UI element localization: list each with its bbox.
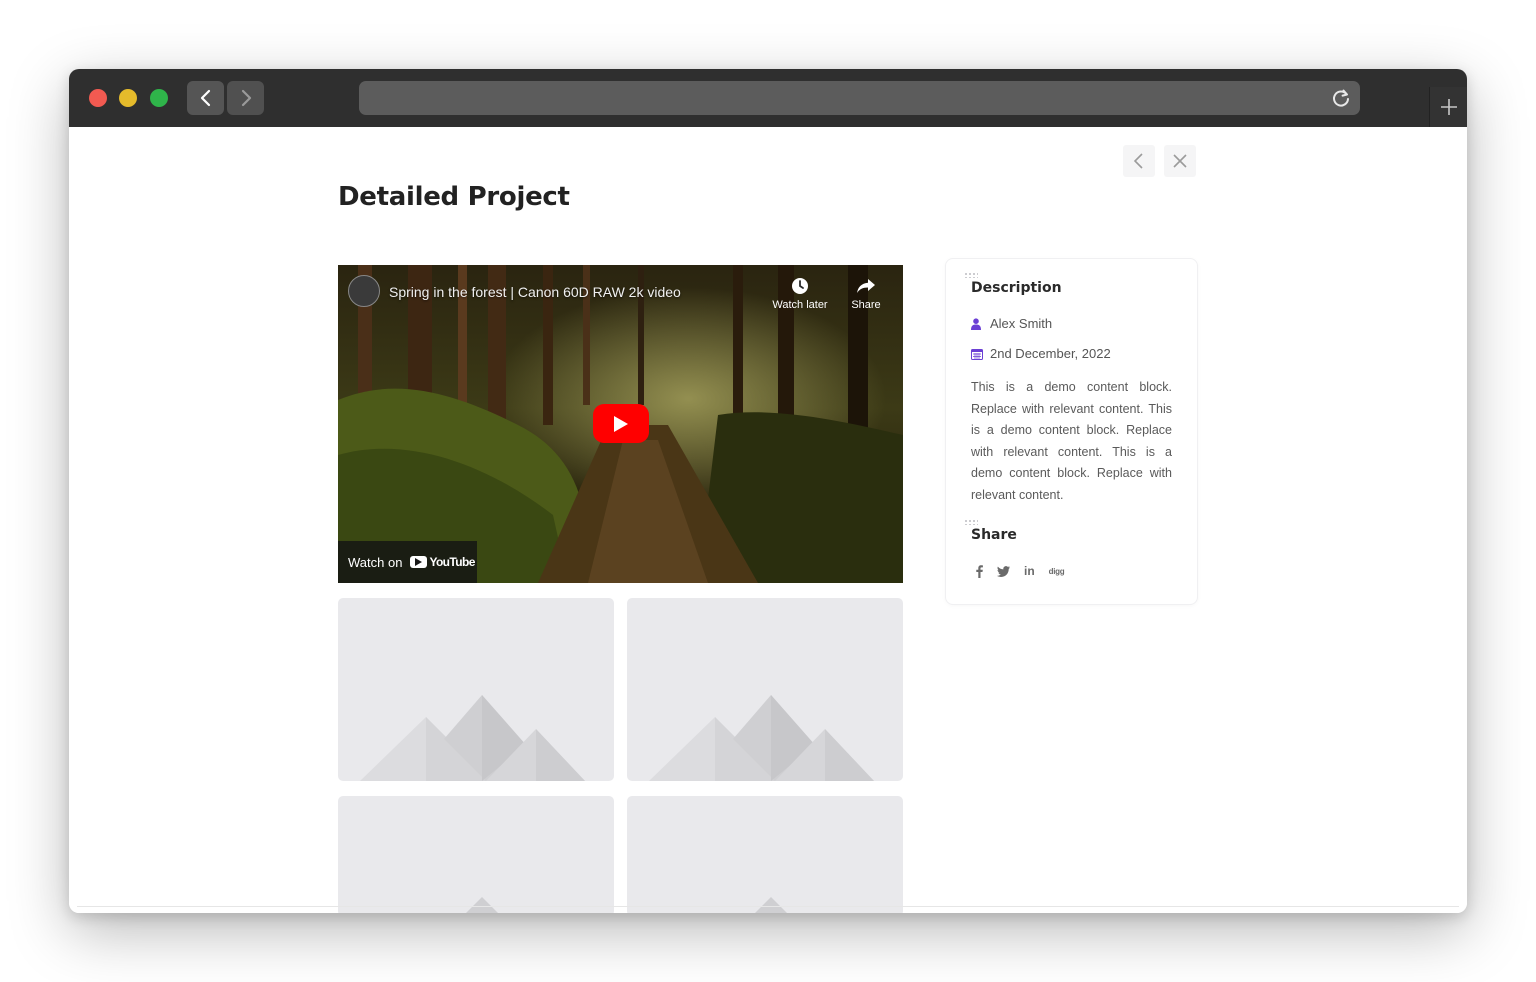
author-name: Alex Smith <box>990 316 1053 331</box>
share-video-button[interactable]: Share <box>844 275 888 311</box>
chevron-left-icon <box>200 89 210 107</box>
share-arrow-icon <box>857 279 875 293</box>
minimize-window-button[interactable] <box>119 89 137 107</box>
play-button[interactable] <box>593 404 649 443</box>
youtube-logo: YouTube <box>410 555 475 569</box>
video-player[interactable]: Spring in the forest | Canon 60D RAW 2k … <box>338 265 903 583</box>
previous-project-button[interactable] <box>1123 145 1155 177</box>
forward-button[interactable] <box>227 81 264 115</box>
chevron-left-icon <box>1133 153 1143 169</box>
youtube-wordmark: YouTube <box>429 555 475 569</box>
image-placeholder-icon <box>466 897 498 913</box>
clock-icon <box>792 278 808 294</box>
channel-avatar[interactable] <box>348 275 380 307</box>
chevron-right-icon <box>241 89 251 107</box>
new-tab-button[interactable] <box>1429 87 1467 127</box>
description-heading: Description <box>964 272 1062 296</box>
gallery-image-4[interactable] <box>627 796 903 913</box>
digg-icon[interactable]: digg <box>1049 563 1065 579</box>
plus-icon <box>1440 99 1457 115</box>
twitter-icon[interactable] <box>997 563 1010 579</box>
video-title[interactable]: Spring in the forest | Canon 60D RAW 2k … <box>389 284 681 300</box>
project-details-panel: Description Alex Smith 2nd December, 202… <box>945 258 1198 605</box>
linkedin-icon[interactable]: in <box>1024 563 1035 579</box>
project-date: 2nd December, 2022 <box>990 346 1111 361</box>
browser-toolbar <box>69 69 1467 127</box>
page-content: Detailed Project Spring in the forest | … <box>69 127 1467 913</box>
author-row: Alex Smith <box>971 316 1052 331</box>
close-project-button[interactable] <box>1164 145 1196 177</box>
calendar-icon <box>971 348 983 360</box>
reload-icon[interactable] <box>1330 87 1352 109</box>
page-title: Detailed Project <box>338 182 570 212</box>
watch-on-label: Watch on <box>348 554 403 570</box>
browser-window: Detailed Project Spring in the forest | … <box>69 69 1467 913</box>
gallery-image-2[interactable] <box>627 598 903 781</box>
close-window-button[interactable] <box>89 89 107 107</box>
social-share-links: in digg <box>976 563 1078 579</box>
share-label: Share <box>851 299 881 311</box>
watch-later-button[interactable]: Watch later <box>768 275 832 311</box>
page-bottom-divider <box>77 906 1459 907</box>
user-icon <box>971 317 981 330</box>
close-icon <box>1173 154 1187 168</box>
image-placeholder-icon <box>360 695 585 781</box>
youtube-play-icon <box>415 558 423 566</box>
project-description: This is a demo content block. Replace wi… <box>971 380 1172 502</box>
play-icon <box>614 415 628 432</box>
gallery-image-3[interactable] <box>338 796 614 913</box>
gallery-image-1[interactable] <box>338 598 614 781</box>
facebook-icon[interactable] <box>976 563 983 579</box>
date-row: 2nd December, 2022 <box>971 346 1111 361</box>
watch-later-label: Watch later <box>772 299 828 311</box>
back-button[interactable] <box>187 81 224 115</box>
image-placeholder-icon <box>649 695 874 781</box>
watch-on-youtube-link[interactable]: Watch on YouTube <box>338 541 477 583</box>
share-heading: Share <box>964 519 1017 543</box>
image-placeholder-icon <box>755 897 787 913</box>
maximize-window-button[interactable] <box>150 89 168 107</box>
address-bar[interactable] <box>359 81 1360 115</box>
